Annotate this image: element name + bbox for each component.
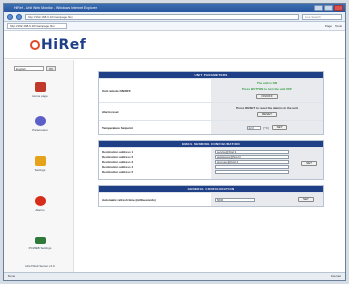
language-go-button[interactable]: OK — [46, 66, 56, 71]
close-button[interactable] — [334, 5, 343, 11]
email-inputs: service@hiref.it assistance@hiref.it tes… — [211, 148, 323, 179]
setpoint-label: Temperature Setpoint — [99, 121, 211, 134]
nav-label-pcweb: PCWEB Settings — [28, 246, 52, 250]
email-field-4[interactable] — [215, 165, 289, 169]
email-section: EMAIL SENDING CONFIGURATION Destination … — [98, 140, 324, 180]
home-icon — [34, 82, 46, 92]
page-content: HiRef English OK Home page Parameters Se… — [4, 31, 345, 272]
tab-bar: http://192.168.0.10/mainpage.htm Page To… — [4, 22, 345, 31]
onoff-button[interactable]: ON/OFF — [256, 93, 278, 99]
nav-label-settings: Settings — [34, 168, 46, 172]
search-input[interactable]: Live Search — [302, 13, 342, 20]
nav-item-alarms[interactable]: Alarms — [14, 196, 66, 212]
title-bar: HiRef - Unit Web Monitor - Windows Inter… — [4, 4, 345, 12]
refresh-row: Automatic refresh time (milliseconds) 50… — [99, 192, 323, 206]
reset-button[interactable]: RESET — [256, 112, 277, 117]
general-section: GENERAL CONFIGURATION Automatic refresh … — [98, 185, 324, 207]
settings-icon — [34, 156, 46, 166]
email-field-1[interactable]: service@hiref.it — [215, 150, 289, 154]
tools-menu[interactable]: Tools — [335, 24, 342, 28]
email-field-5[interactable] — [215, 170, 289, 174]
nav-item-settings[interactable]: Settings — [14, 156, 66, 172]
browser-window: HiRef - Unit Web Monitor - Windows Inter… — [3, 3, 346, 281]
main-panel: UNIT PARAMETERS Unit remote ON/OFF The u… — [98, 71, 324, 212]
refresh-label: Automatic refresh time (milliseconds) — [99, 193, 211, 206]
gears-icon — [34, 116, 46, 126]
setpoint-row: Temperature Setpoint 22.0 [°C] SET — [99, 120, 323, 134]
logo-text: HiRef — [41, 37, 87, 53]
minimize-button[interactable] — [314, 5, 323, 11]
nav-footer: Hiref Web Server v1.0 — [14, 264, 66, 268]
onoff-label: Unit remote ON/OFF — [99, 79, 211, 102]
alarm-icon — [34, 196, 46, 206]
footer-version: Hiref Web Server v1.0 — [25, 264, 55, 268]
refresh-input[interactable]: 5000 — [215, 197, 255, 202]
onoff-row: Unit remote ON/OFF The unit is ON Press … — [99, 78, 323, 102]
email-rows: Destination address 1 Destination addres… — [99, 147, 323, 179]
nav-item-home[interactable]: Home page — [14, 82, 66, 98]
setpoint-set-button[interactable]: SET — [271, 125, 288, 130]
nav-label-home: Home page — [32, 94, 48, 98]
tab-mainpage[interactable]: http://192.168.0.10/mainpage.htm — [7, 23, 67, 29]
email-labels: Destination address 1 Destination addres… — [99, 148, 211, 179]
network-card-icon — [34, 237, 46, 244]
logo-ring-icon — [30, 40, 40, 50]
reset-note: Press RESET to reset the alarms in the u… — [236, 106, 298, 110]
maximize-button[interactable] — [324, 5, 333, 11]
setpoint-input[interactable]: 22.0 — [246, 125, 261, 130]
onoff-note: Press BUTTON to turn the unit OFF — [241, 87, 293, 91]
status-zone: Internet — [330, 274, 341, 278]
refresh-set-button[interactable]: SET — [298, 197, 314, 202]
setpoint-unit: [°C] — [263, 125, 269, 130]
email-field-2[interactable]: assistance@hiref.it — [215, 155, 289, 159]
header: HiRef — [4, 31, 345, 59]
nav-label-alarms: Alarms — [35, 208, 45, 212]
language-select[interactable]: English — [14, 66, 44, 71]
status-bar: Done Internet — [4, 272, 345, 280]
address-input[interactable]: http://192.168.0.10/mainpage.htm — [25, 13, 299, 20]
reset-label: Alarm reset — [99, 103, 211, 120]
nav-item-pcweb-settings[interactable]: PCWEB Settings — [14, 237, 66, 250]
hiref-logo: HiRef — [30, 37, 86, 53]
forward-icon[interactable] — [16, 13, 22, 20]
nav-item-parameters[interactable]: Parameters — [14, 116, 66, 132]
left-navigation: English OK Home page Parameters Settings… — [4, 60, 74, 272]
page-menu[interactable]: Page — [325, 24, 332, 28]
nav-label-parameters: Parameters — [32, 128, 48, 132]
back-icon[interactable] — [7, 13, 13, 20]
email-label-5: Destination address 5 — [102, 170, 134, 174]
address-bar-row: http://192.168.0.10/mainpage.htm Live Se… — [4, 12, 345, 22]
window-title: HiRef - Unit Web Monitor - Windows Inter… — [14, 6, 97, 10]
email-field-3[interactable]: test.user@hiref.it — [215, 160, 289, 164]
unit-parameters-section: UNIT PARAMETERS Unit remote ON/OFF The u… — [98, 71, 324, 135]
unit-status-text: The unit is ON — [256, 81, 278, 86]
status-text: Done — [8, 274, 16, 278]
reset-row: Alarm reset Press RESET to reset the ala… — [99, 102, 323, 120]
email-set-button[interactable]: SET — [301, 161, 317, 166]
